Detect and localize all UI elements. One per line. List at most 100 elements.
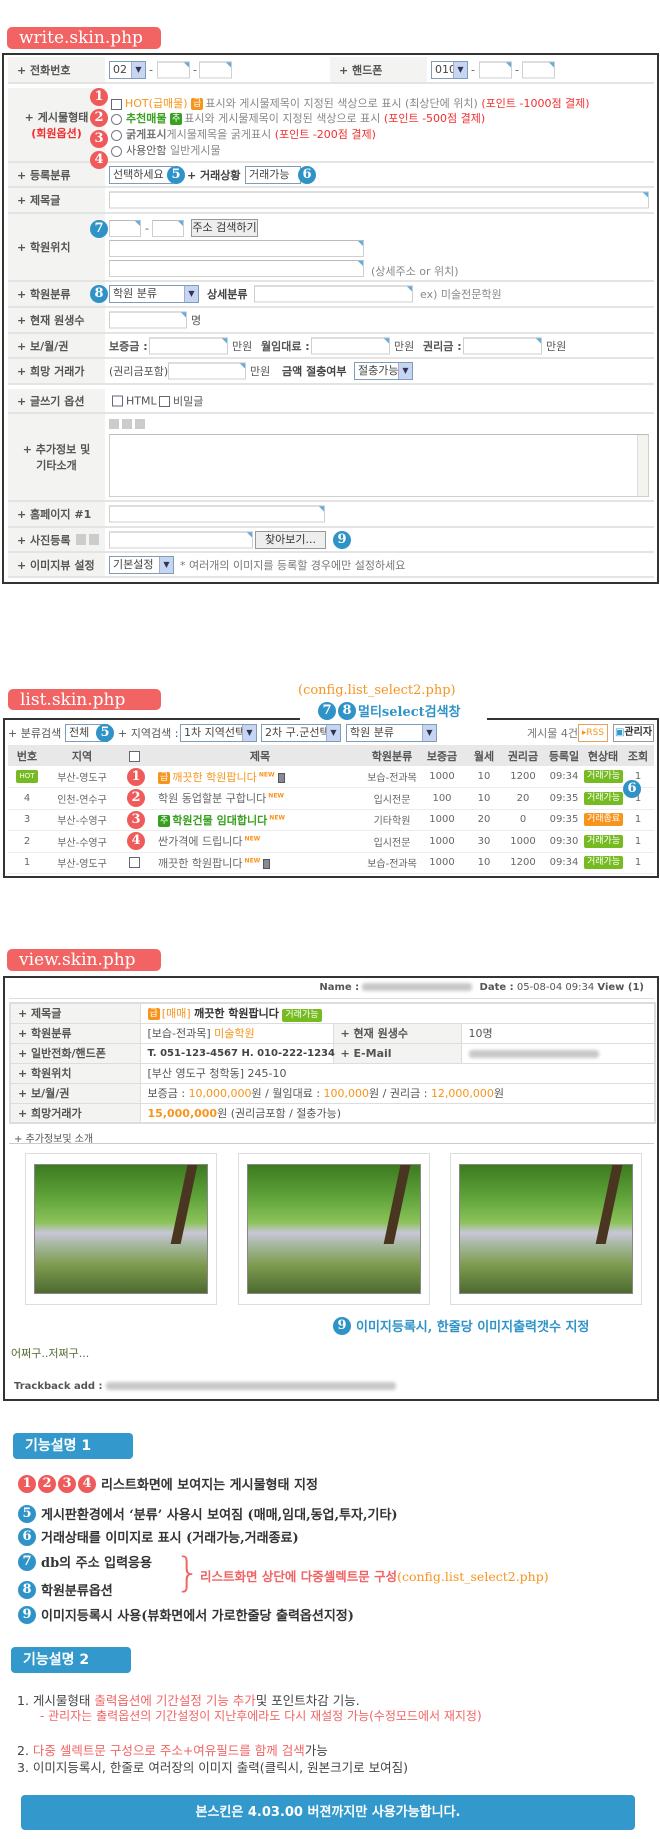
scrollbar[interactable]	[637, 435, 648, 496]
phone-middle-input[interactable]	[157, 61, 190, 78]
option-desc: 표시와 게시물제목이 지정된 색상으로 표시	[184, 112, 381, 125]
row-date: 09:34	[544, 852, 584, 874]
image-note-text: 이미지등록시, 한줄당 이미지출력갯수 지정	[356, 1320, 590, 1335]
homepage-label: + 홈페이지 #1	[8, 502, 105, 526]
rent-label: 월임대료 :	[261, 339, 310, 353]
features2-title: 기능설명 2	[11, 1647, 131, 1673]
students-input[interactable]	[109, 311, 187, 329]
mobile-prefix-select[interactable]: 010 ▼	[431, 60, 468, 79]
category-select[interactable]: 선택하세요	[109, 165, 173, 184]
feature1-item: 5 게시판환경에서 ‘분류’ 사용시 보여짐 (매매,임대,동업,투자,기타)	[18, 1504, 398, 1523]
option-none[interactable]: 사용안함 일반게시물	[111, 142, 221, 158]
html-checkbox[interactable]: HTML	[112, 394, 157, 407]
marker-3: 3	[127, 810, 145, 829]
select-all-checkbox[interactable]	[129, 750, 140, 762]
radio[interactable]	[111, 145, 122, 157]
name-label: Name :	[319, 982, 360, 993]
photo-thumbnail[interactable]	[238, 1153, 430, 1305]
image-view-select[interactable]: 기본설정 ▼	[109, 555, 174, 574]
image-view-label: + 이미지뷰 설정	[8, 553, 105, 576]
image-view-note: * 여러개의 이미지를 등록할 경우에만 설정하세요	[180, 558, 406, 572]
admin-button[interactable]: ▣관리자	[613, 724, 654, 742]
trackback-url-blurred[interactable]	[105, 1382, 396, 1390]
address2-input[interactable]	[109, 260, 364, 277]
post-type-row: + 게시물형태 (회원옵션) 1 2 3 4 HOT(급매물) 급 표시와 게시물…	[8, 88, 654, 169]
secret-checkbox[interactable]: 비밀글	[159, 393, 203, 409]
checkbox[interactable]	[159, 396, 170, 407]
table-row[interactable]: HOT 부산-영도구 1 급 깨끗한 학원팝니다 NEW 보습-전과목 1000 10 1200…	[8, 766, 654, 788]
academy-type-select[interactable]: 학원 분류 ▼	[109, 285, 199, 303]
text: 2.	[17, 1743, 33, 1758]
status-badge: 거래가능	[584, 834, 624, 848]
option-bold[interactable]: 굵게표시게시물제목을 굵게표시 (포인트 -200점 결제)	[111, 126, 376, 142]
reset-size-icon[interactable]	[122, 419, 132, 429]
chevron-down-icon: ▼	[159, 556, 173, 573]
row-title-link[interactable]: 싼가격에 드립니다	[158, 835, 242, 848]
add-file-icon[interactable]	[88, 534, 99, 545]
region2-select[interactable]: 2차 구.군선택 ▼	[261, 724, 341, 742]
feature2-item-3: 3. 이미지등록시, 한줄로 여러장의 이미지 출력(클릭시, 원본크기로 보여…	[17, 1760, 408, 1775]
address1-input[interactable]	[109, 240, 364, 257]
row-title-link[interactable]: 학원건물 임대합니다	[172, 814, 267, 827]
students-label: + 현재 원생수	[332, 1022, 462, 1044]
premium-value: 12,000,000	[430, 1087, 494, 1100]
trade-status-select[interactable]: 거래가능	[245, 165, 301, 184]
table-row[interactable]: 1 부산-영도구 깨끗한 학원팝니다 NEW 보습-전과목 1000 10 1200 09:3…	[8, 852, 654, 874]
row-title-link[interactable]: 학원 동업할분 구합니다	[158, 792, 266, 805]
phone-area-select[interactable]: 02 ▼	[109, 60, 146, 79]
photo-thumbnail[interactable]	[450, 1153, 642, 1305]
subject-input[interactable]	[109, 191, 649, 209]
email-value[interactable]	[460, 1042, 656, 1064]
option-recommend[interactable]: 추천매물 추 표시와 게시물제목이 지정된 색상으로 표시 (포인트 -500점 …	[111, 110, 485, 126]
option-hot[interactable]: HOT(급매물) 급 표시와 게시물제목이 지정된 색상으로 표시 (최상단에 위…	[111, 95, 590, 111]
expand-down-icon[interactable]	[135, 419, 145, 429]
option-name: 사용안함	[126, 144, 167, 157]
zip2-input[interactable]	[152, 220, 184, 237]
deposit-input[interactable]	[149, 337, 228, 354]
phone-last-input[interactable]	[199, 61, 232, 78]
mobile-middle-input[interactable]	[479, 61, 512, 78]
unit: 만원	[394, 339, 415, 353]
column-header: 조회	[622, 745, 654, 766]
option-hot-name: HOT(급매물)	[125, 97, 188, 110]
expand-up-icon[interactable]	[109, 419, 119, 429]
table-row[interactable]: 2 부산-수영구 4 싼가격에 드립니다 NEW 입시전문 1000 30 1000 09:30…	[8, 830, 654, 853]
status-badge: 거래가능	[584, 856, 624, 870]
checkbox[interactable]	[112, 395, 123, 407]
negotiable-select[interactable]: 절충가능 ▼	[354, 362, 413, 380]
radio[interactable]	[111, 113, 122, 125]
academy-filter-select[interactable]: 학원 분류 ▼	[346, 724, 437, 742]
homepage-input[interactable]	[109, 505, 325, 523]
premium-input[interactable]	[463, 337, 542, 354]
content-textarea[interactable]	[109, 434, 649, 497]
rent-input[interactable]	[311, 337, 390, 354]
photo-row: + 사진등록 찾아보기... 9	[8, 528, 654, 553]
mobile-last-input[interactable]	[522, 61, 555, 78]
radio[interactable]	[111, 129, 122, 141]
photo-thumbnail[interactable]	[25, 1153, 217, 1305]
rss-button[interactable]: ▸RSS	[578, 724, 608, 742]
write-section-label: write.skin.php	[7, 27, 161, 49]
status-badge: 거래가능	[584, 791, 624, 805]
table-row[interactable]: 3 부산-수영구 3 추 학원건물 임대합니다 NEW 기타학원 1000 20 0 09:35 거…	[8, 809, 654, 831]
marker-4: 4	[78, 1474, 96, 1493]
row-title-link[interactable]: 깨끗한 학원팝니다	[158, 857, 242, 870]
photo-file-input[interactable]	[109, 531, 253, 548]
wanted-input[interactable]	[168, 362, 246, 380]
feature1-item: 7 db의 주소 입력응용	[18, 1552, 152, 1571]
checkbox[interactable]	[111, 98, 122, 110]
remove-file-icon[interactable]	[75, 534, 86, 545]
region1-select[interactable]: 1차 지역선택 ▼	[180, 724, 257, 742]
region1-value: 1차 지역선택	[184, 726, 246, 739]
row-premium: 1200	[502, 766, 544, 788]
row-title-link[interactable]: 깨끗한 학원팝니다	[172, 771, 256, 784]
table-row[interactable]: 4 인천-연수구 2 학원 동업할분 구합니다 NEW 입시전문 100 10 20 09:35…	[8, 787, 654, 810]
zip1-input[interactable]	[109, 220, 141, 237]
option-name: 굵게표시	[126, 128, 167, 141]
row-checkbox[interactable]	[129, 857, 140, 868]
feature-text: 거래상태를 이미지로 표시 (거래가능,거래종료)	[41, 1531, 299, 1546]
address-search-button[interactable]: 주소 검색하기	[191, 219, 258, 237]
detail-type-input[interactable]	[254, 285, 413, 303]
browse-button[interactable]: 찾아보기...	[255, 530, 326, 549]
row-number: 2	[8, 830, 46, 853]
